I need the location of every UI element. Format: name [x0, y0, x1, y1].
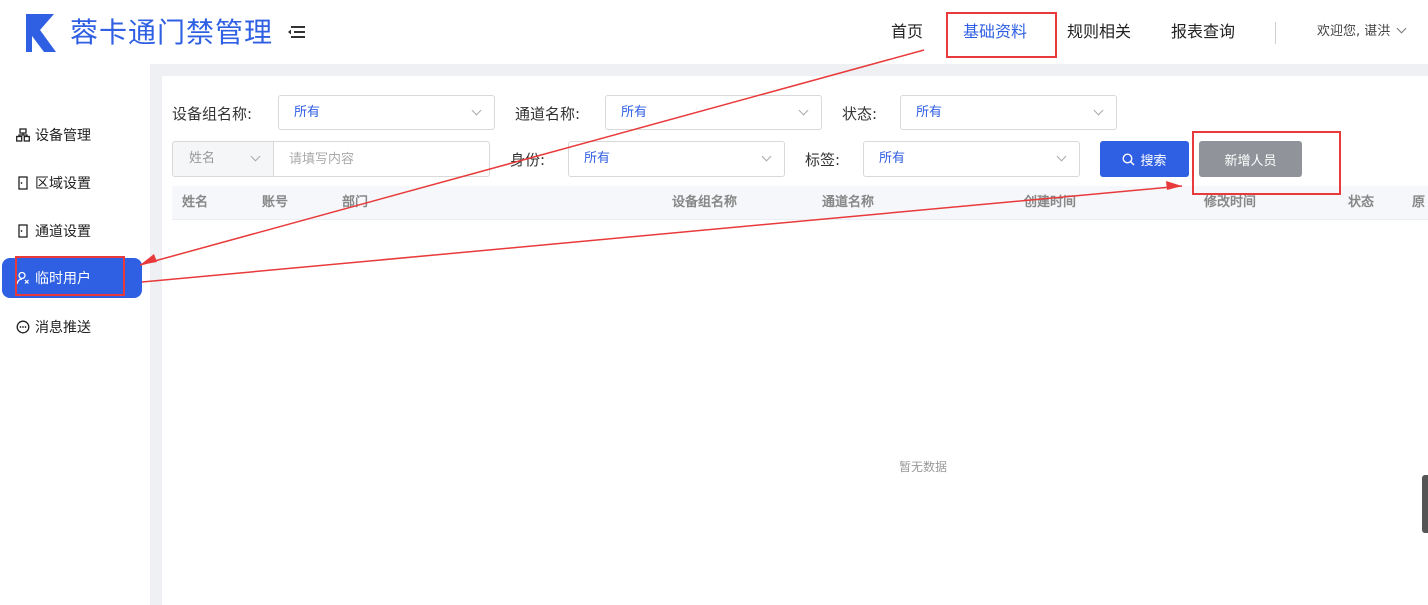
- tag-label: 标签:: [805, 151, 841, 169]
- column-header-status[interactable]: 状态: [1348, 186, 1374, 220]
- tag-select[interactable]: 所有: [863, 141, 1080, 177]
- column-header-modified-time[interactable]: 修改时间: [1204, 186, 1256, 220]
- chevron-down-icon: [1093, 105, 1104, 116]
- sidebar-item-label: 消息推送: [35, 320, 91, 336]
- nav-reports[interactable]: 报表查询: [1171, 0, 1235, 64]
- sidebar-item-area-settings[interactable]: 区域设置: [2, 163, 142, 203]
- chevron-down-icon: [761, 151, 772, 162]
- column-header-channel[interactable]: 通道名称: [822, 186, 874, 220]
- search-button-label: 搜索: [1140, 153, 1167, 169]
- logo-icon: [26, 14, 56, 52]
- field-select-value: 姓名: [189, 151, 216, 166]
- welcome-text: 欢迎您, 谌洪: [1317, 24, 1391, 39]
- sidebar-item-message-push[interactable]: 消息推送: [2, 307, 142, 347]
- device-group-select[interactable]: 所有: [278, 95, 495, 130]
- channel-select[interactable]: 所有: [605, 95, 822, 130]
- status-value: 所有: [916, 105, 943, 120]
- identity-label: 身份:: [510, 151, 546, 169]
- sidebar-item-label: 通道设置: [35, 224, 91, 240]
- nav-home[interactable]: 首页: [891, 0, 923, 64]
- channel-value: 所有: [621, 105, 648, 120]
- add-person-button[interactable]: 新增人员: [1199, 141, 1302, 177]
- identity-select[interactable]: 所有: [568, 141, 785, 177]
- column-header-account[interactable]: 账号: [262, 186, 288, 220]
- column-header-created-time[interactable]: 创建时间: [1024, 186, 1076, 220]
- add-person-button-label: 新增人员: [1224, 153, 1277, 169]
- top-header: 蓉卡通门禁管理 首页 基础资料 规则相关 报表查询 欢迎您, 谌洪: [0, 0, 1428, 64]
- sidebar-item-label: 区域设置: [35, 176, 91, 192]
- column-header-department[interactable]: 部门: [342, 186, 368, 220]
- message-icon: [16, 320, 30, 334]
- nav-basic-data[interactable]: 基础资料: [963, 0, 1027, 64]
- user-icon: [16, 271, 29, 285]
- identity-value: 所有: [584, 151, 611, 166]
- app-title: 蓉卡通门禁管理: [70, 16, 274, 49]
- keyword-input[interactable]: [273, 141, 490, 177]
- search-icon: [1122, 152, 1135, 165]
- channel-label: 通道名称:: [515, 105, 581, 123]
- empty-table-text: 暂无数据: [899, 460, 948, 474]
- status-label: 状态:: [842, 105, 878, 123]
- table-header: 姓名 账号 部门 设备组名称 通道名称 创建时间 修改时间 状态 原: [172, 186, 1428, 220]
- nav-rules[interactable]: 规则相关: [1067, 0, 1131, 64]
- chevron-down-icon: [798, 105, 809, 116]
- nav-divider: [1275, 22, 1276, 44]
- field-select[interactable]: 姓名: [172, 141, 274, 177]
- device-group-value: 所有: [294, 105, 321, 120]
- sidebar-item-channel-settings[interactable]: 通道设置: [2, 211, 142, 251]
- scrollbar-handle[interactable]: [1422, 475, 1428, 533]
- chevron-down-icon: [250, 151, 261, 162]
- hamburger-menu-icon[interactable]: [288, 24, 306, 40]
- column-header-truncated[interactable]: 原: [1412, 186, 1425, 220]
- sidebar-item-label: 临时用户: [35, 271, 91, 287]
- tag-value: 所有: [879, 151, 906, 166]
- sidebar-item-temporary-users[interactable]: 临时用户: [2, 258, 142, 298]
- column-header-device-group[interactable]: 设备组名称: [672, 186, 737, 220]
- chevron-down-icon: [1396, 23, 1407, 34]
- user-menu[interactable]: 欢迎您, 谌洪: [1317, 0, 1407, 64]
- device-group-icon: [16, 128, 30, 142]
- status-select[interactable]: 所有: [900, 95, 1117, 130]
- column-header-name[interactable]: 姓名: [182, 186, 208, 220]
- device-group-label: 设备组名称:: [172, 105, 253, 123]
- sidebar-item-label: 设备管理: [35, 128, 91, 144]
- chevron-down-icon: [1056, 151, 1067, 162]
- sidebar-item-device-management[interactable]: 设备管理: [2, 115, 142, 155]
- chevron-down-icon: [471, 105, 482, 116]
- door-icon: [18, 224, 28, 238]
- search-button[interactable]: 搜索: [1100, 141, 1189, 177]
- door-icon: [18, 176, 28, 190]
